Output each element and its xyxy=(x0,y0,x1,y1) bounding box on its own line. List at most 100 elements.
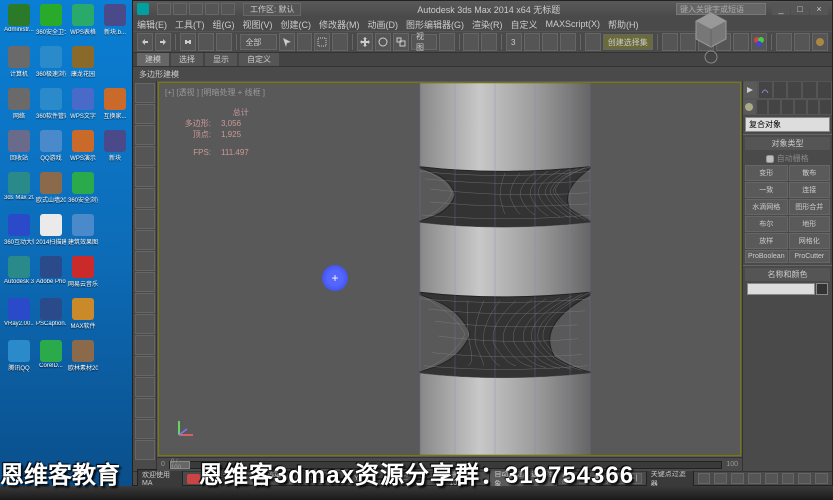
desktop-icon[interactable]: Adobe Photosh... xyxy=(36,256,66,296)
nav-button[interactable] xyxy=(698,473,711,484)
window-crossing-button[interactable] xyxy=(332,33,348,51)
nav-button[interactable] xyxy=(748,473,761,484)
desktop-icon[interactable]: Autodesk 3d... xyxy=(4,256,34,296)
desktop-icon[interactable]: 360安全卫士 xyxy=(36,4,66,44)
desktop-icon[interactable]: 360安全浏览器 xyxy=(68,172,98,212)
menu-item[interactable]: 自定义 xyxy=(511,18,538,31)
create-type-button[interactable]: 一致 xyxy=(745,182,788,198)
nav-button[interactable] xyxy=(731,473,744,484)
desktop-icon[interactable]: WPS文字 xyxy=(68,88,98,128)
desktop-icon[interactable] xyxy=(100,340,130,380)
desktop-icon[interactable]: PSCaption... xyxy=(36,298,66,338)
lt-btn[interactable] xyxy=(135,104,155,124)
lights-button[interactable] xyxy=(768,99,781,115)
desktop-icon[interactable]: CorelD... xyxy=(36,340,66,380)
undo-button[interactable] xyxy=(137,33,153,51)
select-button[interactable] xyxy=(279,33,295,51)
desktop-icon[interactable]: 计算机 xyxy=(4,46,34,86)
desktop-icon[interactable]: 360软件管家 xyxy=(36,88,66,128)
ribbon-tab[interactable]: 显示 xyxy=(205,53,237,66)
viewport-label[interactable]: [+] [透视 ] [明暗处理 + 线框 ] xyxy=(165,87,265,98)
nav-button[interactable] xyxy=(765,473,778,484)
menu-item[interactable]: 编辑(E) xyxy=(137,18,167,31)
lt-btn[interactable] xyxy=(135,209,155,229)
lt-btn[interactable] xyxy=(135,188,155,208)
motion-tab[interactable] xyxy=(787,81,802,99)
lt-btn[interactable] xyxy=(135,335,155,355)
modify-tab[interactable] xyxy=(758,81,773,99)
desktop-icon[interactable] xyxy=(100,298,130,338)
desktop-icon[interactable]: VRay2.00... xyxy=(4,298,34,338)
rotate-button[interactable] xyxy=(375,33,391,51)
windows-taskbar[interactable] xyxy=(0,486,833,500)
object-type-rollout[interactable]: 对象类型 xyxy=(745,137,830,150)
shapes-button[interactable] xyxy=(756,99,769,115)
menu-item[interactable]: 组(G) xyxy=(213,18,235,31)
qat-btn[interactable] xyxy=(205,3,219,15)
desktop-icon[interactable]: 互换家... xyxy=(100,88,130,128)
refcoord-dropdown[interactable]: 视图 xyxy=(411,34,437,50)
desktop-icon[interactable]: 网络 xyxy=(4,88,34,128)
move-button[interactable] xyxy=(357,33,373,51)
unlink-button[interactable] xyxy=(198,33,214,51)
lt-btn[interactable] xyxy=(135,251,155,271)
desktop-icon[interactable]: 360极速浏览器 xyxy=(36,46,66,86)
utilities-tab[interactable] xyxy=(817,81,832,99)
hierarchy-tab[interactable] xyxy=(773,81,788,99)
selection-filter-dropdown[interactable]: 全部 xyxy=(240,34,276,50)
desktop-icon[interactable]: 网易云音乐 xyxy=(68,256,98,296)
material-editor-button[interactable] xyxy=(751,33,767,51)
select-name-button[interactable] xyxy=(297,33,313,51)
lt-btn[interactable] xyxy=(135,230,155,250)
render-frame-button[interactable] xyxy=(794,33,810,51)
menu-item[interactable]: 帮助(H) xyxy=(608,18,639,31)
snap-button[interactable]: 3 xyxy=(506,33,522,51)
category-dropdown[interactable]: 复合对象 xyxy=(745,117,830,132)
lt-btn[interactable] xyxy=(135,314,155,334)
desktop-icon[interactable] xyxy=(100,46,130,86)
keyboard-button[interactable] xyxy=(481,33,497,51)
qat-btn[interactable] xyxy=(157,3,171,15)
nav-button[interactable] xyxy=(815,473,828,484)
create-type-button[interactable]: 网格化 xyxy=(789,233,830,249)
ribbon-tab[interactable]: 选择 xyxy=(171,53,203,66)
timeline-track[interactable]: 0 / 100 xyxy=(169,461,722,469)
menu-item[interactable]: MAXScript(X) xyxy=(546,19,601,29)
named-sel-dropdown[interactable]: 创建选择集 xyxy=(603,34,653,50)
timeline-scrubber[interactable]: 0 / 100 xyxy=(170,461,190,469)
close-button[interactable]: × xyxy=(810,3,828,15)
lt-btn[interactable] xyxy=(135,293,155,313)
nav-button[interactable] xyxy=(798,473,811,484)
menu-item[interactable]: 渲染(R) xyxy=(472,18,503,31)
menu-item[interactable]: 创建(C) xyxy=(281,18,312,31)
desktop-icon[interactable] xyxy=(100,172,130,212)
scale-button[interactable] xyxy=(393,33,409,51)
lt-btn[interactable] xyxy=(135,167,155,187)
create-type-button[interactable]: 地形 xyxy=(789,216,830,232)
qat-btn[interactable] xyxy=(189,3,203,15)
nav-button[interactable] xyxy=(782,473,795,484)
create-type-button[interactable]: 图形合并 xyxy=(789,199,830,215)
display-tab[interactable] xyxy=(802,81,817,99)
desktop-icon[interactable]: Administr... xyxy=(4,4,34,44)
ribbon-tab[interactable]: 建模 xyxy=(137,53,169,66)
menu-item[interactable]: 视图(V) xyxy=(243,18,273,31)
name-color-rollout[interactable]: 名称和颜色 xyxy=(745,268,830,281)
spacewarps-button[interactable] xyxy=(807,99,820,115)
y-coord[interactable] xyxy=(364,478,397,480)
manipulate-button[interactable] xyxy=(463,33,479,51)
create-type-button[interactable]: ProCutter xyxy=(789,250,830,263)
ribbon-tab[interactable]: 自定义 xyxy=(239,53,279,66)
bind-button[interactable] xyxy=(216,33,232,51)
lt-btn[interactable] xyxy=(135,398,155,418)
qat-btn[interactable] xyxy=(173,3,187,15)
link-button[interactable] xyxy=(180,33,196,51)
object-name-field[interactable] xyxy=(747,283,815,295)
desktop-icon[interactable]: QQ游戏 xyxy=(36,130,66,170)
create-type-button[interactable]: 连接 xyxy=(789,182,830,198)
spinner-snap-button[interactable] xyxy=(560,33,576,51)
cameras-button[interactable] xyxy=(781,99,794,115)
desktop-icon[interactable]: 2014扫描建模.xls xyxy=(36,214,66,254)
desktop-icon[interactable]: 欧林素材2016... xyxy=(68,340,98,380)
x-coord[interactable] xyxy=(317,478,350,480)
